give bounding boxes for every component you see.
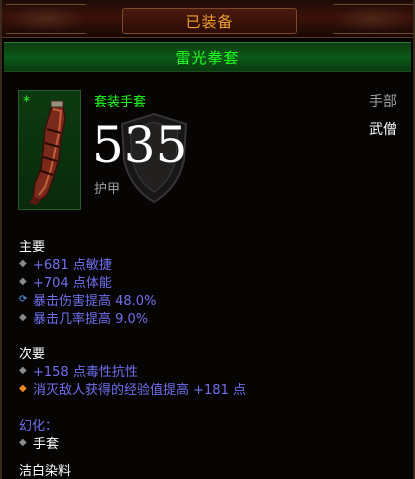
diamond-bullet-icon: ◆ <box>19 437 27 448</box>
diamond-bullet-icon: ◆ <box>19 258 27 269</box>
reroll-icon: ⟳ <box>19 294 28 305</box>
armor-label: 护甲 <box>94 182 121 197</box>
armor-value: 535 <box>92 116 188 174</box>
class-restriction: 武僧 <box>369 122 397 138</box>
gauntlet-icon <box>29 100 66 205</box>
item-slot: 手部 <box>369 94 397 110</box>
transmog-value: 手套 <box>33 437 60 452</box>
equipped-banner: 已装备 <box>2 0 413 38</box>
dye-label: 洁白染料 <box>19 464 72 479</box>
transmog-title: 幻化： <box>19 419 59 434</box>
stat-text: 暴击伤害提高 48.0% <box>33 294 157 309</box>
stat-text: +681 点敏捷 <box>33 258 112 273</box>
stat-text: 暴击几率提高 9.0% <box>33 312 149 327</box>
transmog-item: ◆ 手套 <box>19 433 59 452</box>
diamond-bullet-icon: ◆ <box>19 365 27 376</box>
item-name-bar: 雷光拳套 <box>4 42 411 72</box>
secondary-title: 次要 <box>19 347 46 362</box>
secondary-stat: ◆ +158 点毒性抗性 <box>19 361 138 380</box>
item-icon-frame: * <box>18 90 81 210</box>
equipped-label: 已装备 <box>185 12 234 31</box>
primary-title: 主要 <box>19 240 46 255</box>
primary-stat: ⟳ 暴击伤害提高 48.0% <box>19 290 156 309</box>
item-name: 雷光拳套 <box>175 48 240 67</box>
diamond-bullet-icon: ◆ <box>19 383 27 394</box>
primary-stat: ◆ +681 点敏捷 <box>19 254 112 273</box>
diamond-bullet-icon: ◆ <box>19 276 27 287</box>
secondary-stat: ◆ 消灭敌人获得的经验值提高 +181 点 <box>19 379 246 398</box>
primary-stat: ◆ +704 点体能 <box>19 272 112 291</box>
stat-text: +704 点体能 <box>33 276 112 291</box>
ornament-left <box>6 4 86 34</box>
diamond-bullet-icon: ◆ <box>19 312 27 323</box>
equipped-title-plate: 已装备 <box>122 8 297 34</box>
primary-stat: ◆ 暴击几率提高 9.0% <box>19 308 148 327</box>
ornament-right <box>333 4 413 34</box>
item-type: 套装手套 <box>94 95 147 110</box>
stat-text: 消灭敌人获得的经验值提高 +181 点 <box>33 383 246 398</box>
stat-text: +158 点毒性抗性 <box>33 365 138 380</box>
item-tooltip: 已装备 雷光拳套 * 套装手套 手部 武僧 535 护甲 主要 ◆ +681 点… <box>0 0 415 479</box>
